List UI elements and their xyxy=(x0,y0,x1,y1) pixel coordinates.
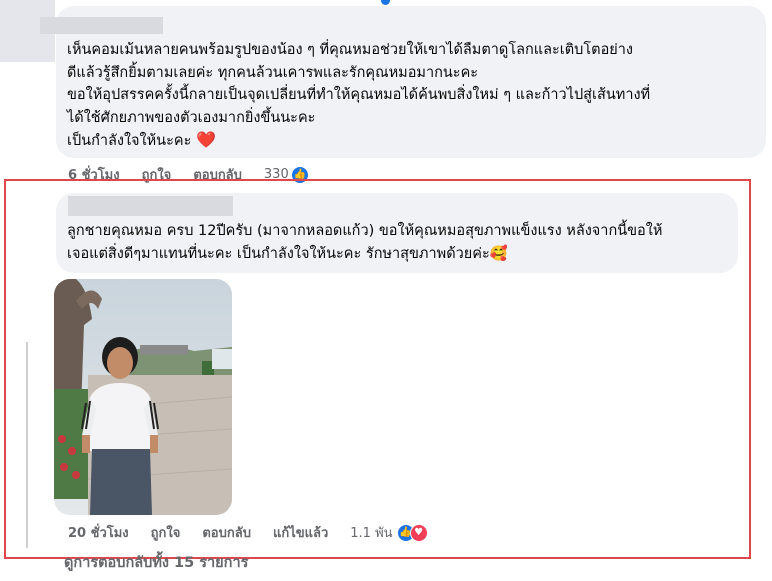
notification-dot xyxy=(381,0,390,5)
comment-line: ได้ใช้ศักยภาพของตัวเองมากยิ่งขึ้นนะคะ xyxy=(67,109,316,126)
comment-text: เห็นคอมเม้นหลายคนพร้อมรูปของน้อง ๆ ที่คุ… xyxy=(67,39,757,153)
comment-line: เห็นคอมเม้นหลายคนพร้อมรูปของน้อง ๆ ที่คุ… xyxy=(67,42,633,58)
highlight-box xyxy=(4,179,751,559)
comment-line: ดีแล้วรู้สึกยิ้มตามเลยค่ะ ทุกคนล้วนเคารพ… xyxy=(67,64,479,81)
redacted-author-name xyxy=(40,17,163,34)
comment-line-text: เป็นกำลังใจให้นะคะ xyxy=(67,133,192,149)
view-replies-link[interactable]: ดูการตอบกลับทั้ง 15 รายการ xyxy=(64,551,248,574)
comment-line: ขอให้อุปสรรคครั้งนี้กลายเป็นจุดเปลี่ยนที… xyxy=(67,87,651,103)
heart-emoji: ❤️ xyxy=(195,130,216,149)
comment-line: เป็นกำลังใจให้นะคะ ❤️ xyxy=(67,129,757,153)
